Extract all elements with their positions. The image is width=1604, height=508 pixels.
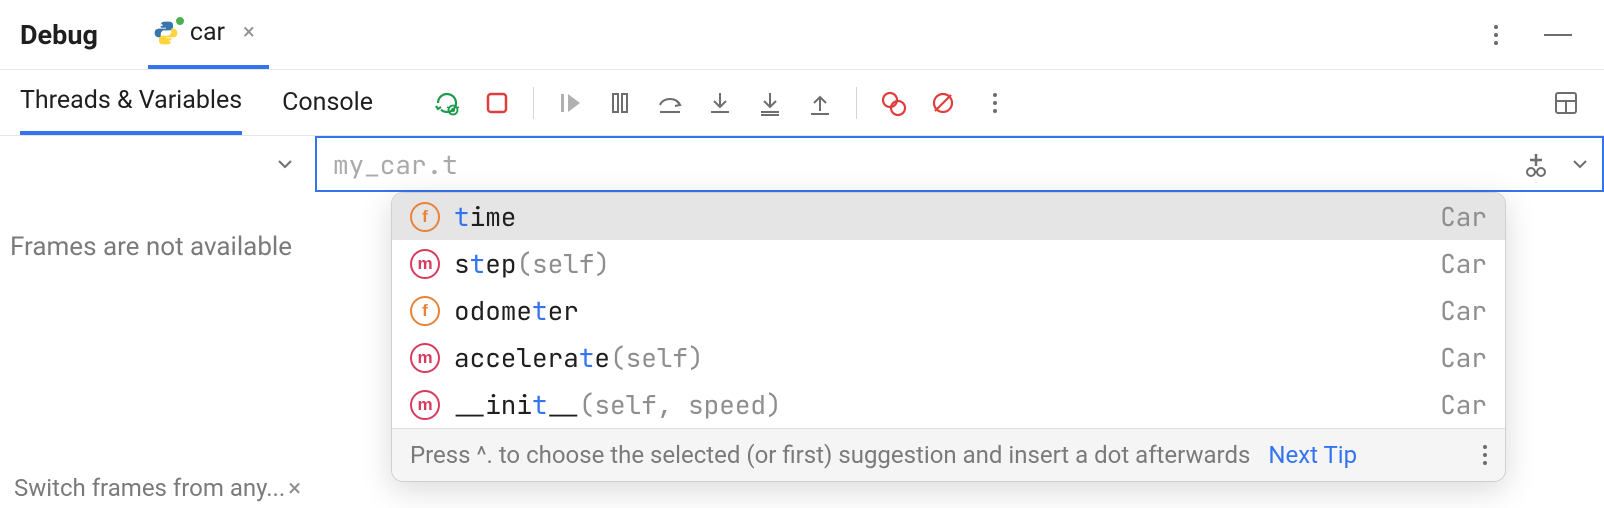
rerun-icon[interactable] xyxy=(433,89,461,117)
completion-class: Car xyxy=(1440,293,1487,328)
completion-name: time xyxy=(454,199,516,234)
completion-params: (self) xyxy=(610,340,704,375)
more-actions-icon[interactable] xyxy=(979,87,1011,119)
header-actions xyxy=(1480,19,1584,51)
close-hint-icon[interactable]: × xyxy=(288,474,301,502)
view-breakpoints-icon[interactable] xyxy=(879,89,907,117)
step-out-icon[interactable] xyxy=(806,89,834,117)
run-config-label: car xyxy=(190,18,225,47)
debugger-main: Frames are not available Switch frames f… xyxy=(0,136,1604,508)
tab-console[interactable]: Console xyxy=(282,70,373,135)
completion-class: Car xyxy=(1440,340,1487,375)
method-icon: m xyxy=(410,390,440,420)
completion-class: Car xyxy=(1440,246,1487,281)
frames-panel: Frames are not available Switch frames f… xyxy=(0,136,315,508)
completion-class: Car xyxy=(1440,199,1487,234)
step-over-icon[interactable] xyxy=(656,89,684,117)
switch-frames-text: Switch frames from any... xyxy=(14,474,285,502)
completion-tip-text: Press ^. to choose the selected (or firs… xyxy=(410,441,1250,469)
completion-params: (self, speed) xyxy=(579,387,782,422)
completion-item[interactable]: f odometer Car xyxy=(392,287,1505,334)
completion-name: step xyxy=(454,246,516,281)
next-tip-link[interactable]: Next Tip xyxy=(1268,441,1357,469)
chevron-down-icon xyxy=(275,154,295,174)
mute-breakpoints-icon[interactable] xyxy=(929,89,957,117)
step-into-icon[interactable] xyxy=(706,89,734,117)
completion-name: __init__ xyxy=(454,387,579,422)
status-badge-icon xyxy=(174,15,186,27)
stop-icon[interactable] xyxy=(483,89,511,117)
expression-input[interactable] xyxy=(333,147,1522,182)
debugger-subtabs: Threads & Variables Console xyxy=(0,70,1604,136)
tool-window-header: Debug car × xyxy=(0,0,1604,70)
completion-class: Car xyxy=(1440,387,1487,422)
field-icon: f xyxy=(410,296,440,326)
completion-item[interactable]: m accelerate(self) Car xyxy=(392,334,1505,381)
run-config-tab[interactable]: car × xyxy=(148,0,269,69)
close-tab-icon[interactable]: × xyxy=(243,20,255,45)
tool-window-title[interactable]: Debug xyxy=(20,19,98,51)
method-icon: m xyxy=(410,343,440,373)
layout-settings-icon[interactable] xyxy=(1552,89,1580,117)
switch-frames-hint: Switch frames from any... × xyxy=(14,474,301,502)
minimize-icon[interactable] xyxy=(1542,19,1574,51)
completion-item[interactable]: m __init__(self, speed) Car xyxy=(392,381,1505,428)
pause-icon[interactable] xyxy=(606,89,634,117)
completion-params: (self) xyxy=(516,246,610,281)
resume-icon[interactable] xyxy=(556,89,584,117)
completion-item[interactable]: mstep(self) Car xyxy=(392,240,1505,287)
debug-toolbar xyxy=(433,87,1011,119)
tab-threads-variables[interactable]: Threads & Variables xyxy=(20,70,242,135)
completion-name: accelerate xyxy=(454,340,610,375)
variables-panel: ftimeCarmstep(self)CarfodometerCarmaccel… xyxy=(315,136,1604,508)
thread-selector[interactable] xyxy=(0,136,315,192)
frames-unavailable-label: Frames are not available xyxy=(0,192,315,262)
step-into-my-code-icon[interactable] xyxy=(756,89,784,117)
completion-name: odometer xyxy=(454,293,579,328)
completion-item[interactable]: ftime Car xyxy=(392,193,1505,240)
python-icon xyxy=(152,19,180,47)
history-chevron-icon[interactable] xyxy=(1570,154,1590,174)
options-icon[interactable] xyxy=(1480,19,1512,51)
completion-footer: Press ^. to choose the selected (or firs… xyxy=(392,428,1505,481)
completion-menu-icon[interactable] xyxy=(1483,445,1487,465)
add-watch-icon[interactable] xyxy=(1522,150,1550,178)
evaluate-expression-field[interactable] xyxy=(315,136,1604,192)
completion-popup: ftimeCarmstep(self)CarfodometerCarmaccel… xyxy=(391,192,1506,482)
field-icon: f xyxy=(410,202,440,232)
method-icon: m xyxy=(410,249,440,279)
